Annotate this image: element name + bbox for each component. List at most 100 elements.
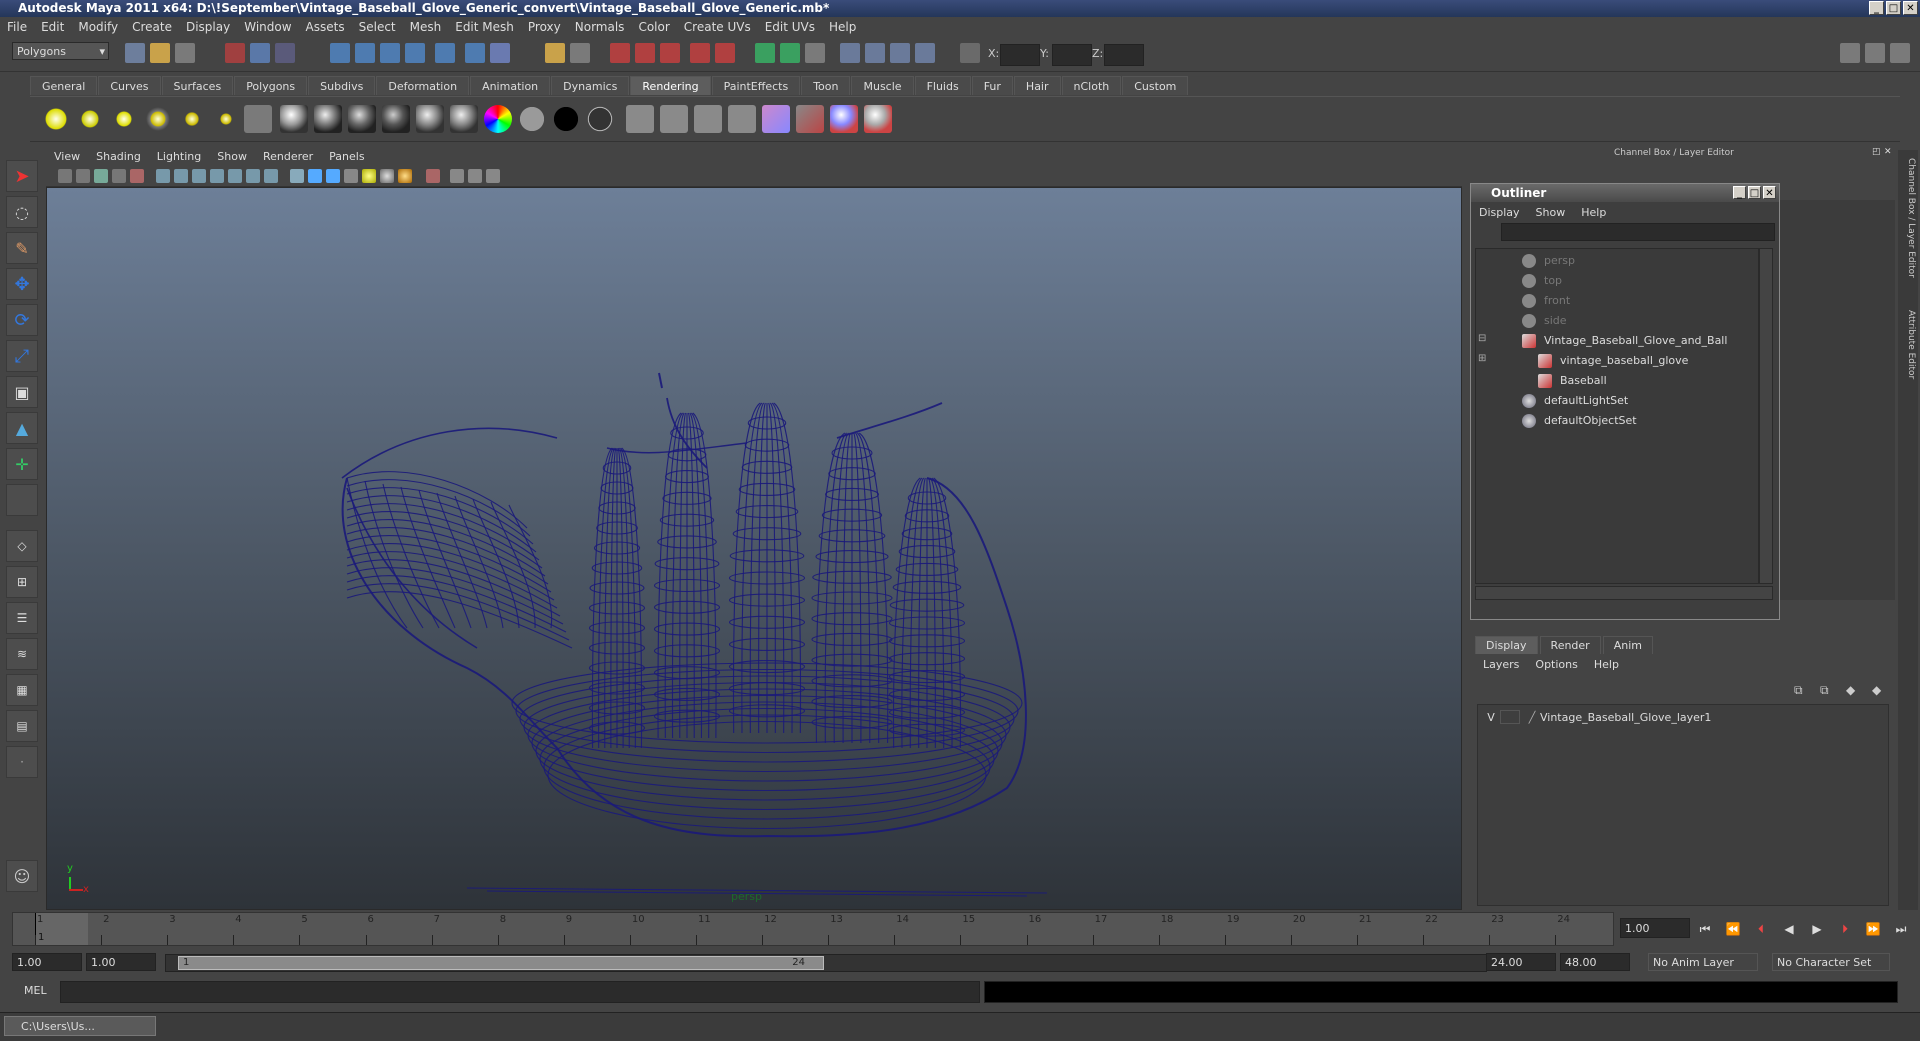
snap-curve-icon[interactable]	[355, 43, 375, 63]
menu-window[interactable]: Window	[237, 20, 298, 34]
shelf-tab-hair[interactable]: Hair	[1013, 76, 1061, 95]
menu-display[interactable]: Display	[179, 20, 237, 34]
hypershade-shelf-icon[interactable]	[762, 105, 790, 133]
layer-menu-help[interactable]: Help	[1586, 658, 1627, 671]
shelf-tab-fluids[interactable]: Fluids	[914, 76, 971, 95]
attribute-editor-tab[interactable]: Attribute Editor	[1900, 310, 1916, 379]
step-back-frame-button[interactable]: ⏴	[1750, 920, 1772, 938]
material-editor-icon[interactable]	[830, 105, 858, 133]
shelf-tab-toon[interactable]: Toon	[801, 76, 851, 95]
single-perspective-layout-icon[interactable]: ◇	[6, 530, 38, 562]
last-tool-icon[interactable]	[6, 484, 38, 516]
render-globals-icon[interactable]	[694, 105, 722, 133]
play-backwards-button[interactable]: ◀	[1778, 920, 1800, 938]
layer-tab-anim[interactable]: Anim	[1602, 636, 1653, 654]
select-tool-icon[interactable]: ➤	[6, 160, 38, 192]
shelf-tab-surfaces[interactable]: Surfaces	[161, 76, 234, 95]
character-set-selector[interactable]: No Character Set	[1772, 953, 1890, 971]
xray-icon[interactable]	[450, 169, 464, 183]
spot-light-icon[interactable]	[144, 105, 172, 133]
persp-graph-outliner-layout-icon[interactable]: ▤	[6, 710, 38, 742]
shelf-tab-custom[interactable]: Custom	[1122, 76, 1189, 95]
menu-help[interactable]: Help	[822, 20, 863, 34]
range-end-field[interactable]: 24.00	[1486, 953, 1556, 971]
viewport-menu-shading[interactable]: Shading	[88, 150, 149, 163]
outliner-menu-display[interactable]: Display	[1471, 206, 1528, 219]
persp-graph-layout-icon[interactable]: ≋	[6, 638, 38, 670]
isolate-select-icon[interactable]	[426, 169, 440, 183]
anim-layer-selector[interactable]: No Anim Layer	[1648, 953, 1758, 971]
surface-shader-icon[interactable]	[552, 105, 580, 133]
menu-assets[interactable]: Assets	[299, 20, 352, 34]
outliner-close-button[interactable]: ✕	[1763, 186, 1776, 199]
save-scene-icon[interactable]	[175, 43, 195, 63]
menu-edit[interactable]: Edit	[34, 20, 71, 34]
anisotropic-icon[interactable]	[416, 105, 444, 133]
layer-tab-render[interactable]: Render	[1539, 636, 1601, 654]
xray-joints-icon[interactable]	[468, 169, 482, 183]
step-back-key-button[interactable]: ⏪	[1722, 920, 1744, 938]
x-field[interactable]	[1000, 44, 1040, 66]
high-quality-icon[interactable]	[398, 169, 412, 183]
batch-render-icon[interactable]	[796, 105, 824, 133]
gate-mask-icon[interactable]	[210, 169, 224, 183]
outliner-item-defaultobjectset[interactable]: defaultObjectSet	[1522, 411, 1637, 431]
open-scene-icon[interactable]	[150, 43, 170, 63]
layer-tab-display[interactable]: Display	[1475, 636, 1538, 654]
outliner-item-vintage-baseball-glove[interactable]: vintage_baseball_glove	[1538, 351, 1688, 371]
select-object-icon[interactable]	[250, 43, 270, 63]
new-scene-icon[interactable]	[125, 43, 145, 63]
grid-toggle-icon[interactable]	[156, 169, 170, 183]
menu-select[interactable]: Select	[352, 20, 403, 34]
shadows-icon[interactable]	[380, 169, 394, 183]
layered-shader-icon[interactable]	[450, 105, 478, 133]
grease-pencil-icon[interactable]	[130, 169, 144, 183]
transform-icon[interactable]	[840, 43, 860, 63]
paint-shader-icon[interactable]	[864, 105, 892, 133]
shelf-tab-fur[interactable]: Fur	[971, 76, 1013, 95]
wireframe-on-shaded-icon[interactable]	[326, 169, 340, 183]
scale-tool-icon[interactable]: ⤢	[6, 340, 38, 372]
channel-box-tab[interactable]: Channel Box / Layer Editor	[1900, 158, 1916, 278]
select-hierarchy-icon[interactable]	[225, 43, 245, 63]
outliner-horizontal-scrollbar[interactable]	[1475, 586, 1773, 600]
step-forward-frame-button[interactable]: ⏵	[1834, 920, 1856, 938]
render-view-shelf-icon[interactable]	[728, 105, 756, 133]
close-panel-icon[interactable]: ✕	[1884, 147, 1892, 157]
perspective-viewport[interactable]: y x persp	[46, 187, 1462, 910]
anim-start-field[interactable]: 1.00	[86, 953, 156, 971]
camera-attributes-icon[interactable]	[76, 169, 90, 183]
menu-normals[interactable]: Normals	[568, 20, 632, 34]
paint-select-tool-icon[interactable]: ✎	[6, 232, 38, 264]
menu-modify[interactable]: Modify	[71, 20, 125, 34]
shelf-tab-rendering[interactable]: Rendering	[630, 76, 711, 95]
layer-menu-layers[interactable]: Layers	[1475, 658, 1527, 671]
use-all-lights-icon[interactable]	[362, 169, 376, 183]
layer-color-swatch[interactable]: ╱	[1524, 711, 1540, 724]
shelf-tab-dynamics[interactable]: Dynamics	[551, 76, 630, 95]
render-ipr-icon[interactable]	[660, 105, 688, 133]
command-input[interactable]	[60, 981, 980, 1003]
shelf-tab-polygons[interactable]: Polygons	[234, 76, 308, 95]
layer-visibility-toggle[interactable]: V	[1482, 711, 1500, 724]
outliner-maximize-button[interactable]: □	[1748, 186, 1761, 199]
area-light-icon[interactable]	[178, 105, 206, 133]
pivot-icon[interactable]	[915, 43, 935, 63]
menu-proxy[interactable]: Proxy	[521, 20, 568, 34]
scale-icon[interactable]	[890, 43, 910, 63]
close-button[interactable]: ✕	[1903, 1, 1918, 15]
universal-manipulator-icon[interactable]: ▣	[6, 376, 38, 408]
y-field[interactable]	[1052, 44, 1092, 66]
show-manipulator-icon[interactable]: ✛	[6, 448, 38, 480]
shelf-tab-general[interactable]: General	[30, 76, 98, 95]
smooth-shade-icon[interactable]	[308, 169, 322, 183]
menu-edit-mesh[interactable]: Edit Mesh	[448, 20, 521, 34]
paste-icon[interactable]	[805, 43, 825, 63]
z-field[interactable]	[1104, 44, 1144, 66]
expand-toggle-icon[interactable]: ⊟	[1478, 333, 1486, 344]
blinn-icon[interactable]	[314, 105, 342, 133]
point-light-icon[interactable]	[110, 105, 138, 133]
new-layer-from-selection-icon[interactable]: ◆	[1872, 683, 1881, 697]
lock-icon[interactable]	[545, 43, 565, 63]
time-slider[interactable]: 1 1 2 3 4 5 6 7 8 9 10 11 12 13 14 15 16 17 18 19 20 21 22 23 24	[12, 912, 1614, 946]
